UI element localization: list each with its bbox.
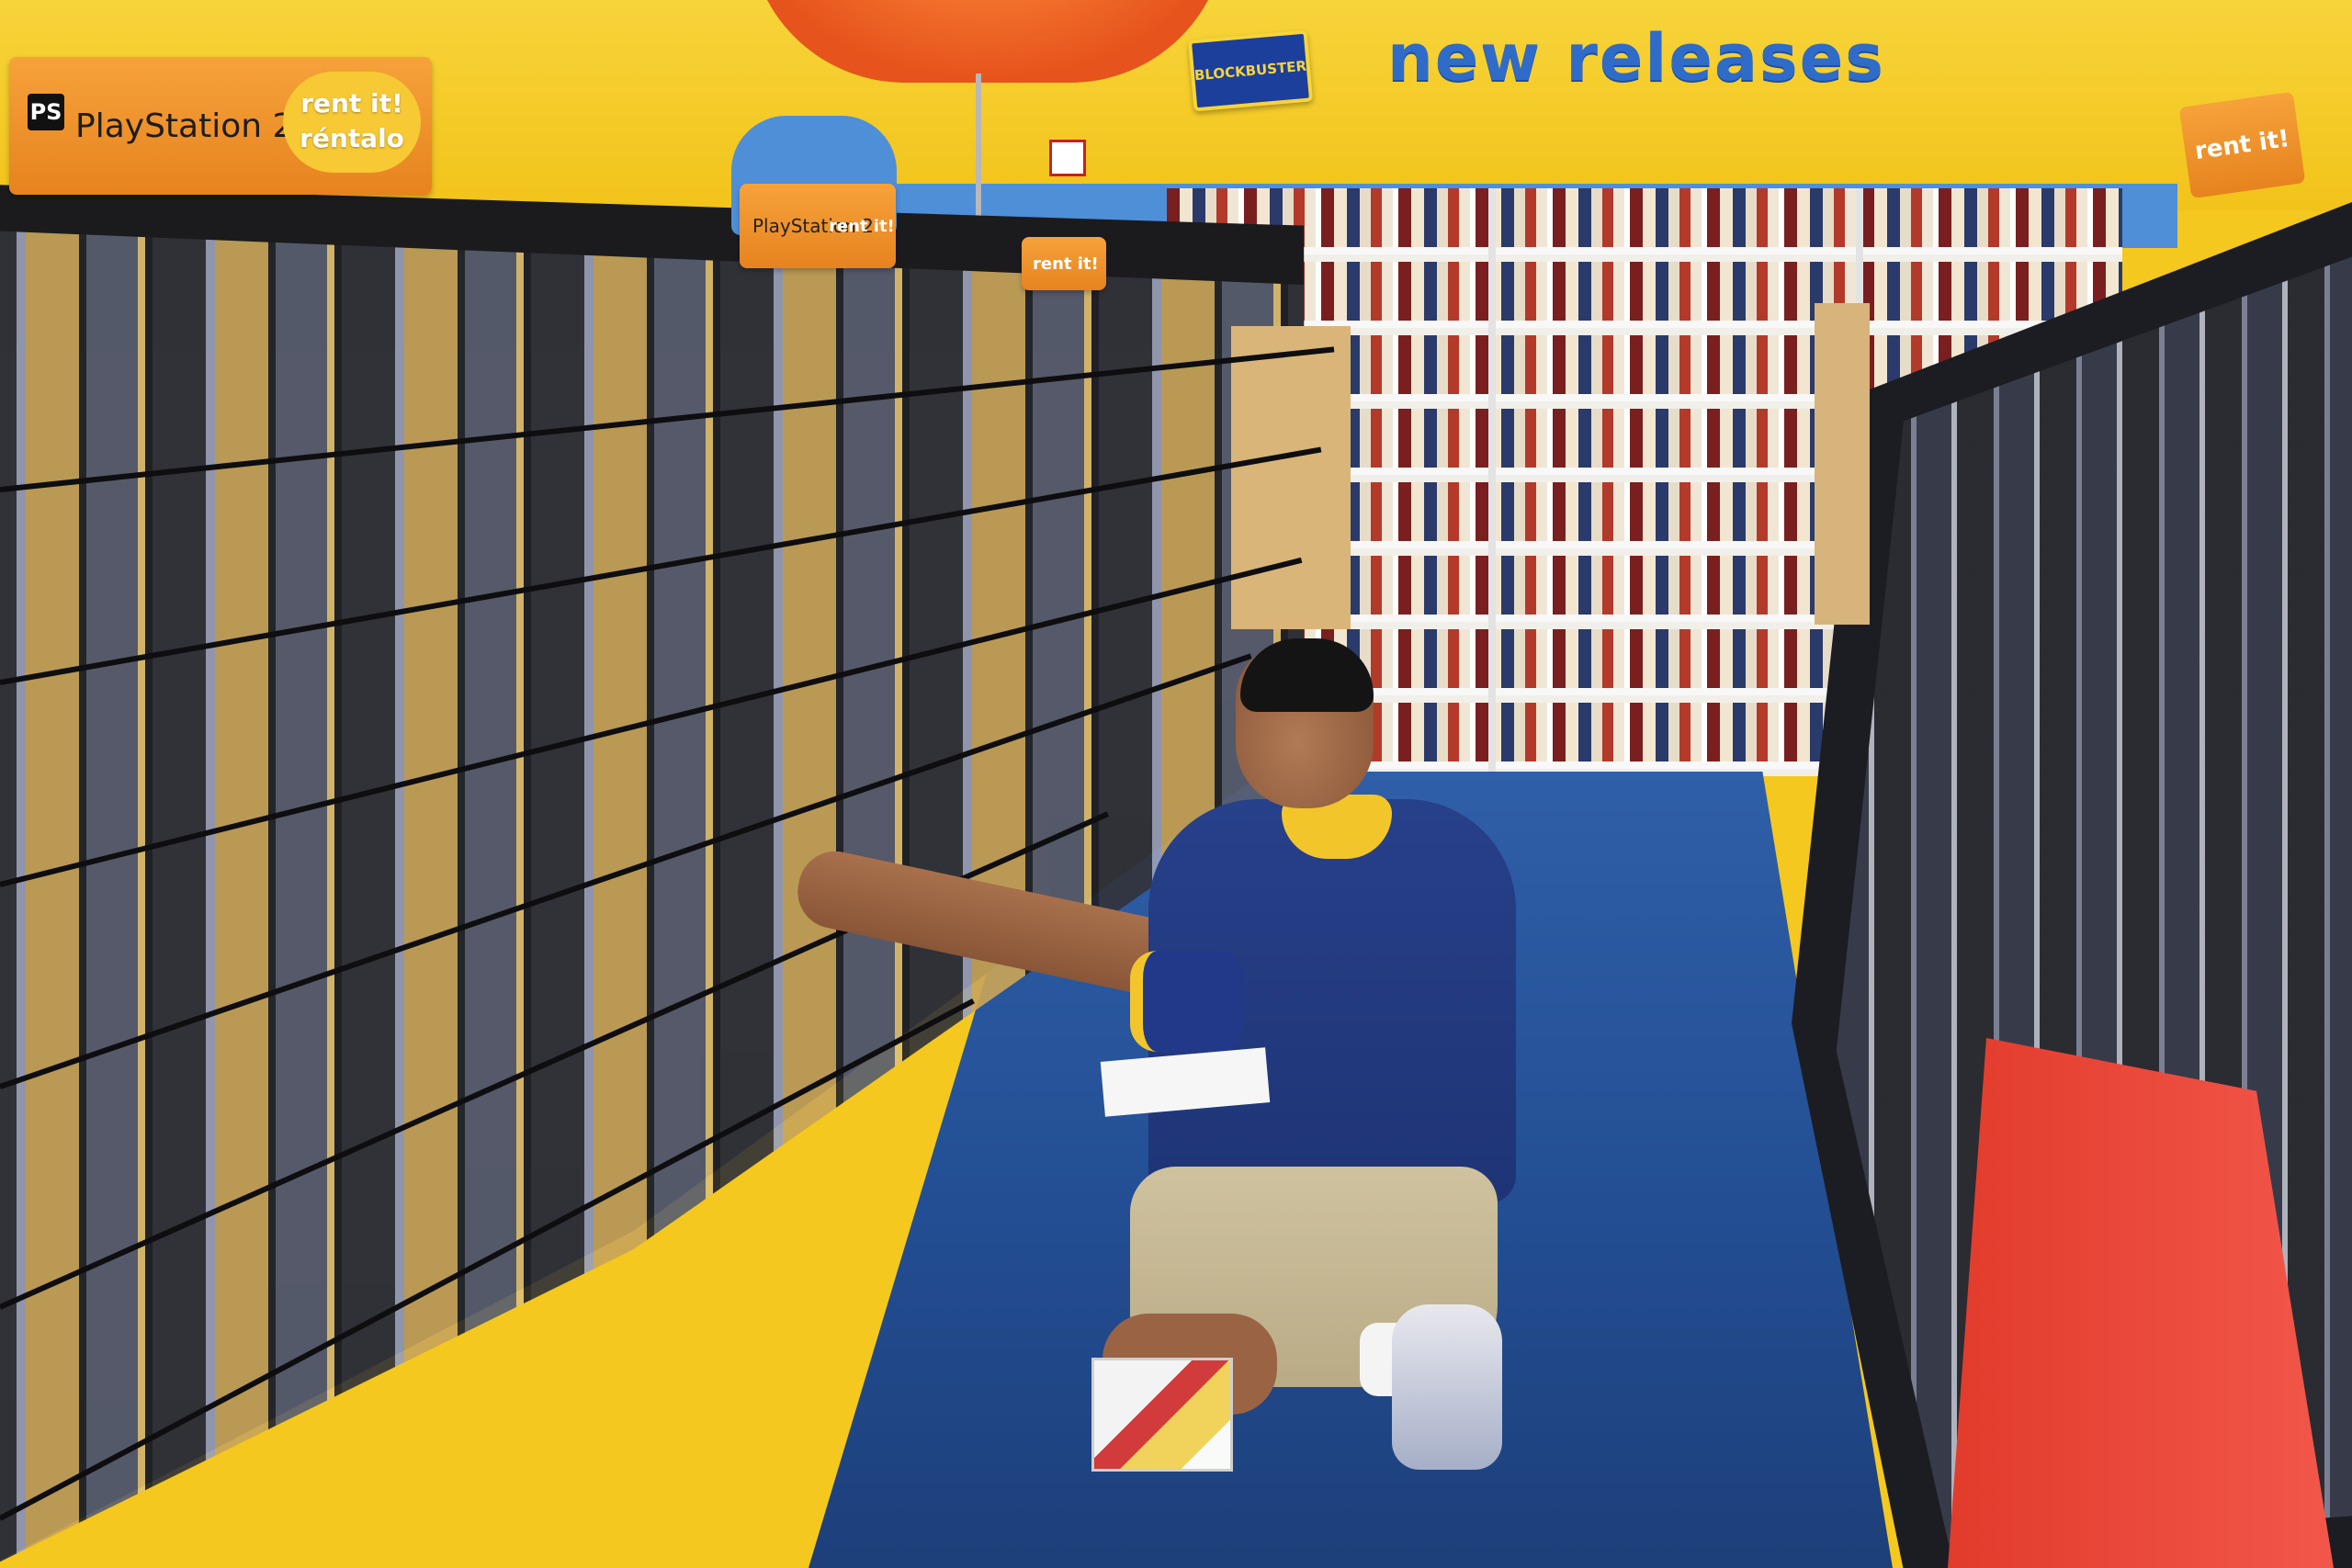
dvd-shelf-row [1167, 262, 2122, 328]
ps2-header-card: PS PlayStation 2 rent it! réntalo [9, 57, 432, 195]
store-aisle-photo: BLOCKBUSTER new releases PS PlayStation … [0, 0, 2352, 1568]
right-sign-text: rent it! [2193, 124, 2291, 166]
ps2-header-label: PlayStation 2 [75, 107, 294, 145]
rent-it-card-text: rent it! [1033, 254, 1099, 274]
employee-sleeve [1130, 951, 1244, 1052]
pendant-rod [976, 73, 981, 230]
left-rack-endcap [1231, 326, 1351, 629]
section-sign: new releases [1387, 20, 1885, 96]
fire-alarm-box [1049, 140, 1086, 176]
store-logo-text: BLOCKBUSTER [1193, 57, 1307, 85]
rent-it-text: rent it! [300, 88, 403, 118]
store-logo: BLOCKBUSTER [1187, 29, 1314, 112]
rent-it-badge: rent it! réntalo [283, 72, 421, 173]
employee-shoe [1392, 1304, 1502, 1470]
rentalo-text: réntalo [300, 123, 404, 153]
shelf-upright [1488, 188, 1496, 776]
rent-it-small-text: rent it! [829, 216, 895, 236]
rent-it-header-card: rent it! [1022, 237, 1106, 290]
playstation-logo-icon: PS [28, 94, 64, 130]
rent-it-small-badge: rent it! [818, 191, 895, 261]
right-rack-endcap [1815, 303, 1870, 625]
dvd-shelf-row [1167, 188, 2122, 254]
game-case-in-hand [1091, 1358, 1233, 1472]
right-rent-it-sign: rent it! [2178, 91, 2306, 199]
